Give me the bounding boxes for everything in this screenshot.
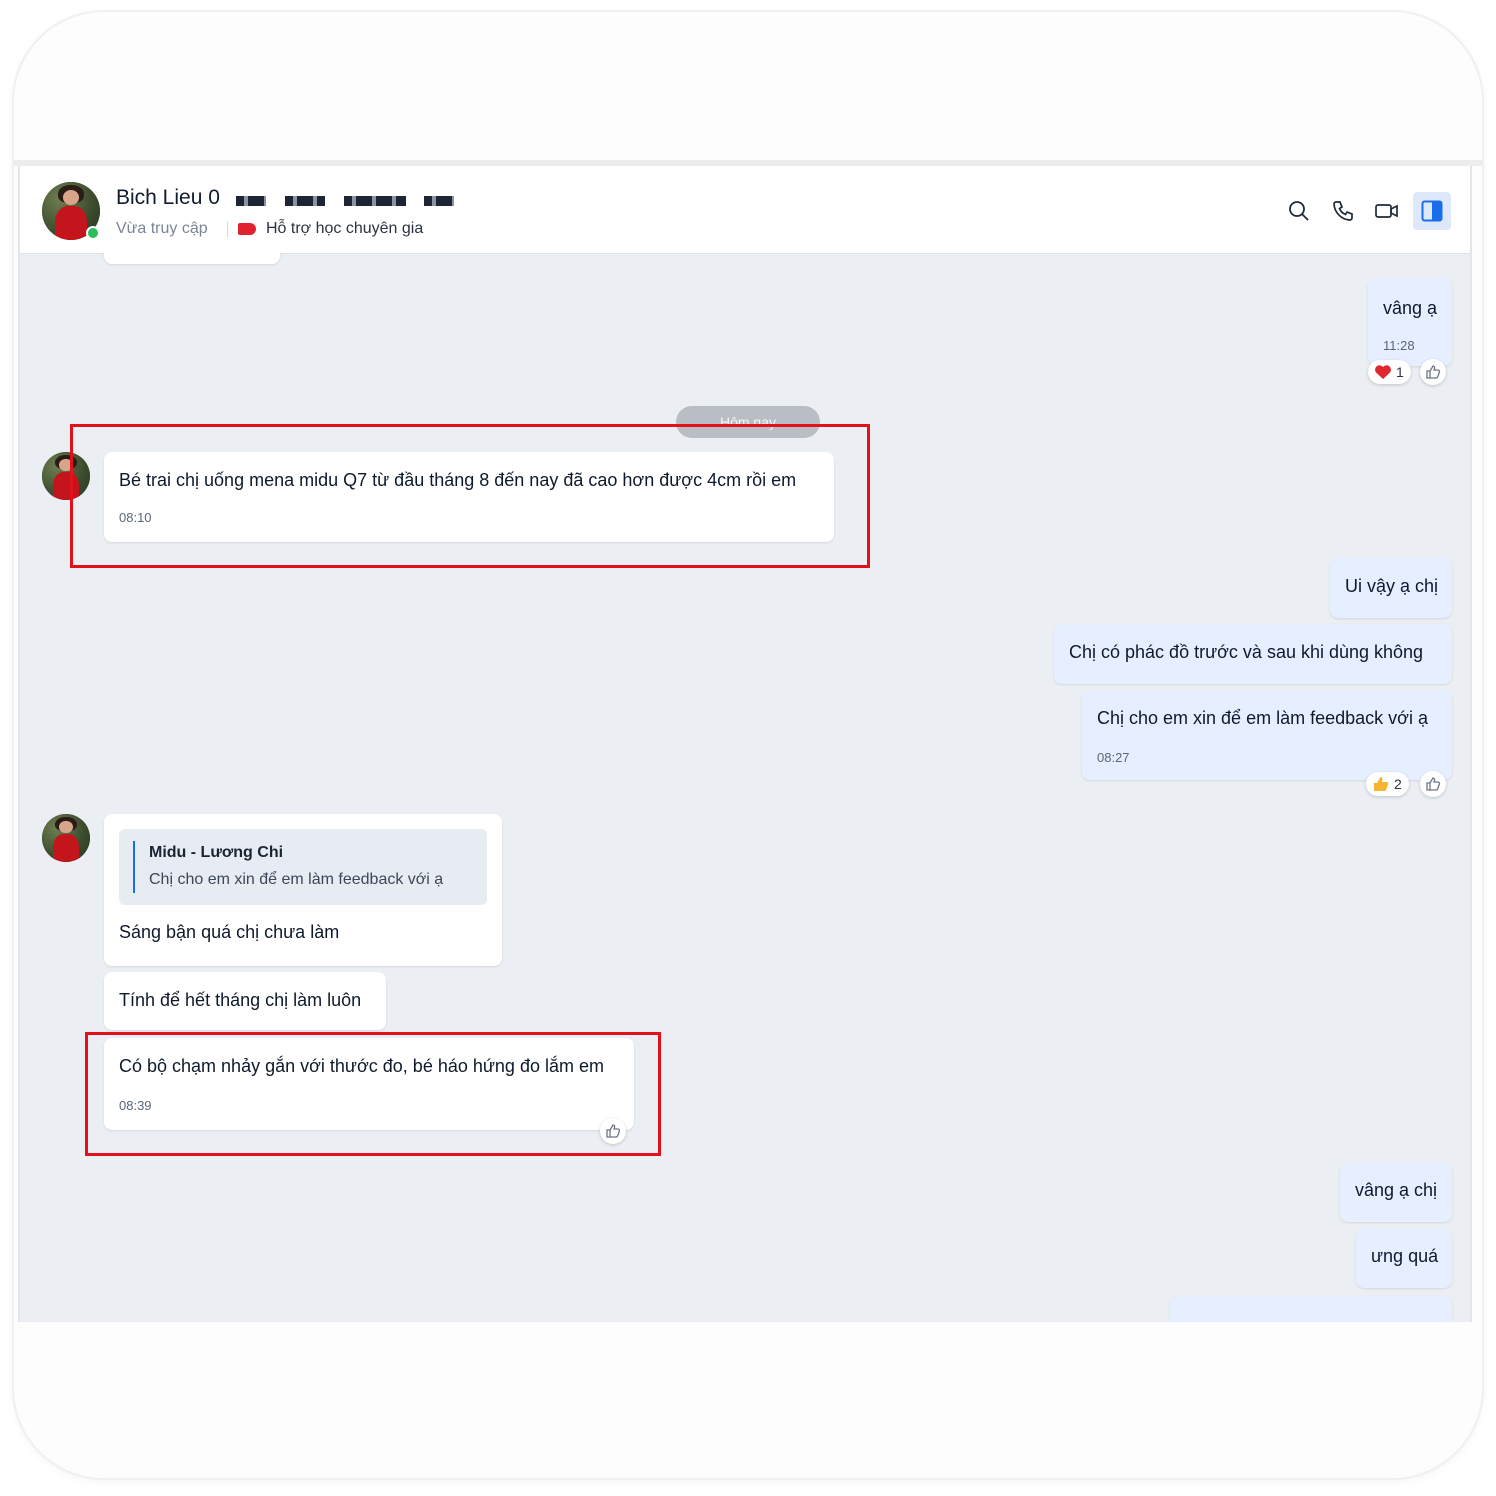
message-text: Sáng bận quá chị chưa làm: [119, 922, 340, 942]
reaction-summary[interactable]: 2: [1366, 772, 1409, 796]
message-text: Chị cho em xin để em làm feedback với ạ: [1097, 708, 1428, 728]
reaction-summary[interactable]: 1: [1368, 360, 1411, 384]
label-tag-icon: [238, 223, 256, 235]
thumbs-up-icon: [1426, 777, 1441, 791]
online-status-dot: [86, 226, 100, 240]
sidebar-toggle-icon: [1421, 200, 1443, 222]
header-separator: [227, 222, 228, 238]
message-bubble-sent[interactable]: Ui vậy ạ chị: [1330, 558, 1452, 618]
contact-avatar[interactable]: [42, 814, 90, 862]
call-button[interactable]: [1324, 192, 1362, 230]
quote-accent-bar: [133, 841, 135, 893]
quoted-message[interactable]: Midu - Lương Chi Chị cho em xin để em là…: [119, 829, 487, 905]
message-bubble-reply[interactable]: Midu - Lương Chi Chị cho em xin để em là…: [104, 814, 502, 966]
message-text: Ui vậy ạ chị: [1345, 576, 1439, 596]
thumbs-up-emoji-icon: [1374, 777, 1389, 791]
redacted-phone: [344, 196, 406, 206]
message-bubble-sent[interactable]: vâng ạ 11:28: [1368, 278, 1452, 366]
thumbs-up-icon: [1426, 365, 1441, 379]
quote-text: Chị cho em xin để em làm feedback với ạ: [149, 871, 444, 888]
phone-icon: [1333, 201, 1353, 221]
redacted-phone: [285, 196, 325, 206]
message-text: vâng ạ: [1383, 298, 1438, 318]
redacted-phone: [424, 196, 454, 206]
chat-window: Bich Lieu 0 Vừa truy cập Hỗ trợ học chuy…: [18, 166, 1472, 1322]
toggle-sidebar-button[interactable]: [1413, 192, 1451, 230]
redacted-phone: [236, 196, 266, 206]
reaction-count: 1: [1396, 364, 1404, 380]
message-bubble-sent[interactable]: Chị cho em xin để em làm feedback với ạ …: [1082, 690, 1452, 780]
message-time: 08:27: [1097, 750, 1130, 765]
last-seen-status: Vừa truy cập: [116, 220, 208, 237]
message-bubble-partial: [104, 246, 280, 264]
message-bubble-sent[interactable]: ưng quá: [1356, 1228, 1452, 1288]
search-icon: [1289, 201, 1309, 221]
message-time: 11:28: [1383, 338, 1415, 353]
heart-icon: [1375, 365, 1391, 379]
message-bubble-sent[interactable]: vâng ạ chị: [1340, 1162, 1452, 1222]
like-button[interactable]: [1420, 359, 1446, 385]
quote-author: Midu - Lương Chi: [149, 844, 284, 861]
message-bubble-sent[interactable]: Chị có phác đồ trước và sau khi dùng khô…: [1054, 624, 1452, 684]
contact-name[interactable]: Bich Lieu 0: [116, 186, 220, 210]
message-bubble-partial: [1170, 1296, 1452, 1322]
search-button[interactable]: [1280, 192, 1318, 230]
video-call-button[interactable]: [1368, 192, 1406, 230]
video-camera-icon: [1375, 204, 1398, 218]
conversation-tag[interactable]: Hỗ trợ học chuyên gia: [266, 220, 423, 238]
message-text: ưng quá: [1371, 1246, 1439, 1266]
message-text: Tính để hết tháng chị làm luôn: [119, 990, 362, 1010]
reaction-count: 2: [1394, 776, 1402, 792]
chat-header: Bich Lieu 0 Vừa truy cập Hỗ trợ học chuy…: [20, 166, 1470, 254]
message-text: vâng ạ chị: [1355, 1180, 1438, 1200]
highlight-box: [85, 1032, 661, 1156]
message-bubble-received[interactable]: Tính để hết tháng chị làm luôn: [104, 972, 386, 1030]
message-text: Chị có phác đồ trước và sau khi dùng khô…: [1069, 642, 1424, 662]
like-button[interactable]: [1420, 771, 1446, 797]
highlight-box: [70, 424, 870, 568]
